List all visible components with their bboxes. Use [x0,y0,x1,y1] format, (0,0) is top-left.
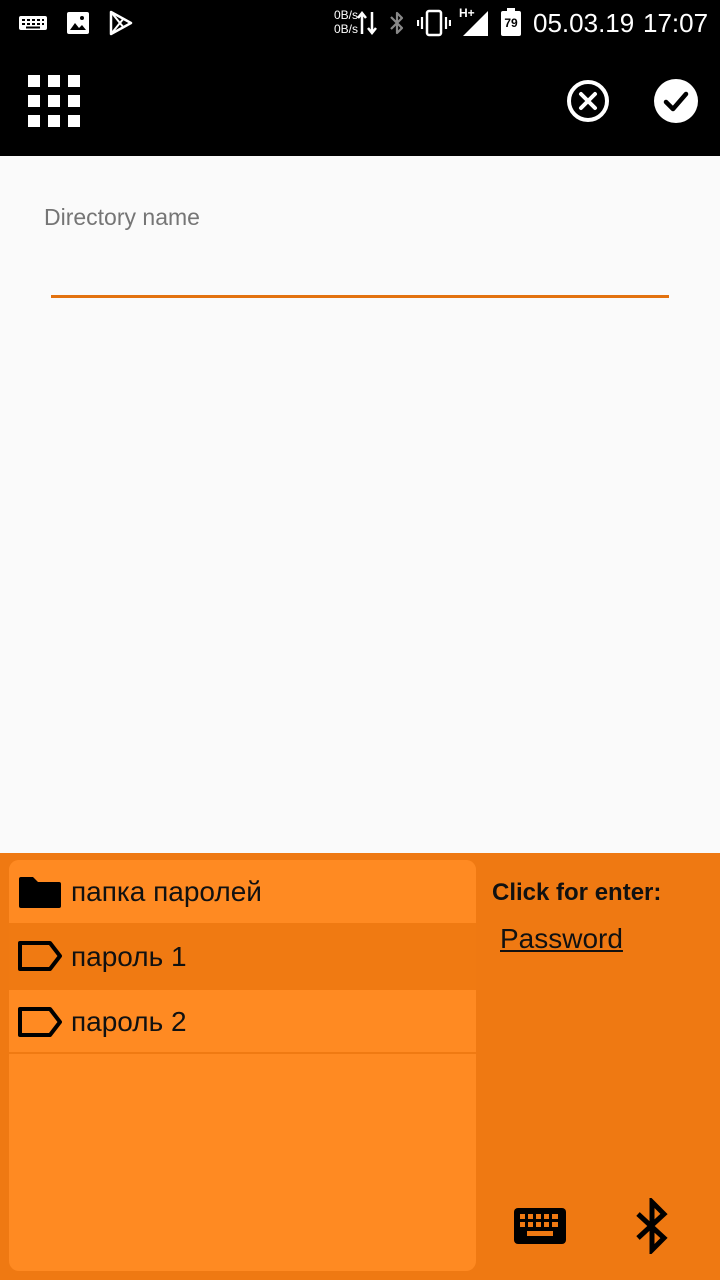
bluetooth-button[interactable] [632,1195,672,1257]
bluetooth-status-icon [390,11,404,35]
directory-form: Directory name [0,156,720,853]
password-list: папка паролей пароль 1 пароль 2 [9,860,476,1271]
battery-level: 79 [504,16,518,30]
status-date: 05.03.19 [533,8,635,38]
net-up-speed: 0B/s [333,8,358,22]
list-item-password-1[interactable]: пароль 1 [9,923,476,990]
status-time: 17:07 [643,8,709,38]
net-down-speed: 0B/s [333,22,358,36]
image-notification-icon [67,12,89,34]
battery-indicator: 79 [501,8,521,36]
vibrate-icon [417,9,451,37]
app-bar [0,48,720,156]
bluetooth-icon [636,1195,668,1257]
list-item-folder[interactable]: папка паролей [9,860,476,923]
keyboard-button[interactable] [514,1208,566,1244]
list-item-password-2[interactable]: пароль 2 [9,990,476,1054]
cancel-circle-icon [567,80,609,122]
keyboard-notification-icon [19,16,47,30]
status-bar: 0B/s 0B/s H+ 79 05.03.19 17:07 [0,0,720,48]
cancel-button[interactable] [566,79,610,123]
password-panel: папка паролей пароль 1 пароль 2 Click fo… [0,853,720,1280]
keyboard-icon [514,1208,566,1244]
tag-icon [18,1007,62,1037]
data-transfer-icon [357,10,377,36]
list-item-label: пароль 2 [71,1006,187,1037]
tag-icon [18,941,62,971]
directory-name-input[interactable] [51,246,669,298]
directory-name-label: Directory name [44,204,200,230]
confirm-button[interactable] [654,79,698,123]
menu-grid-button[interactable] [28,75,80,127]
grid-icon [28,75,80,127]
play-store-icon [109,10,133,36]
checkmark-icon [654,79,698,123]
click-for-enter-label: Click for enter: [492,879,662,906]
list-item-label: пароль 1 [71,941,187,972]
network-speed: 0B/s 0B/s [318,8,358,36]
list-item-label: папка паролей [71,876,262,907]
network-type: H+ [459,6,475,20]
password-link[interactable]: Password [500,923,623,955]
folder-icon [19,877,61,908]
